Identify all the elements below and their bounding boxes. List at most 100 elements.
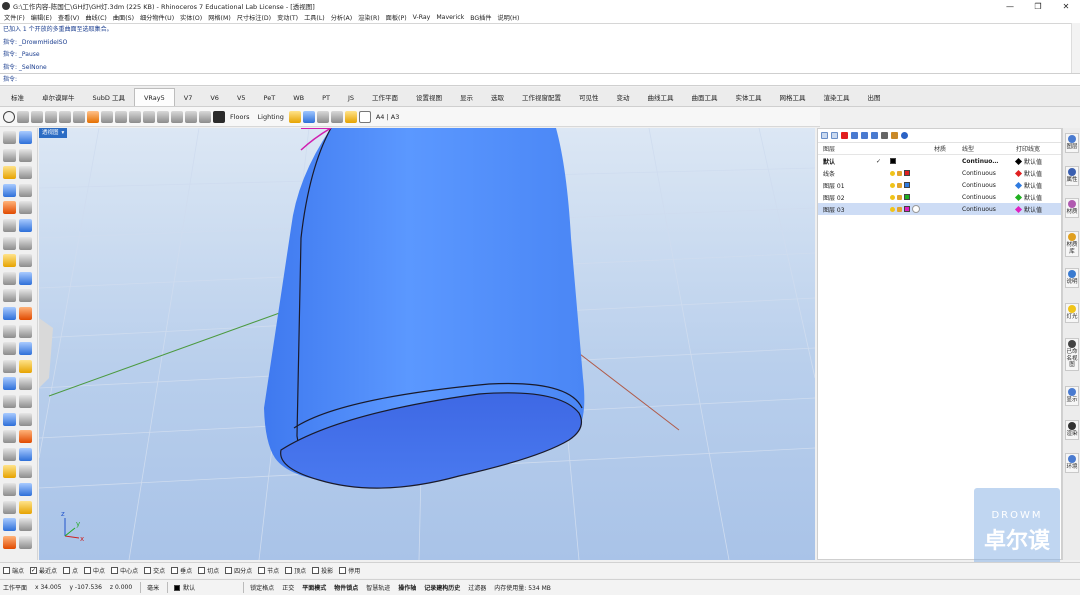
tool-button[interactable] [3,254,16,268]
tool-button[interactable] [3,447,16,461]
osnap-5[interactable]: 交点 [144,566,165,575]
layer-color-swatch[interactable] [904,182,910,188]
lamp-icon[interactable] [344,110,357,123]
tool-button[interactable] [19,395,32,408]
osnap-checkbox[interactable] [339,567,347,574]
layer-row[interactable]: 线条 Continuous 默认值 [818,167,1061,179]
osnap-checkbox[interactable] [312,567,320,574]
tool-button[interactable] [3,377,16,391]
tab-item[interactable]: 可见性 [570,90,608,106]
tool-button[interactable] [3,395,16,408]
fur-icon[interactable] [171,110,183,123]
tool-button[interactable] [19,465,32,479]
light-ies-icon[interactable] [143,110,155,123]
tool-button[interactable] [3,236,16,250]
studio-icon[interactable] [330,110,343,123]
layer-linetype[interactable]: Continuo… [962,158,1016,165]
layer-print[interactable]: 默认值 [1014,205,1056,214]
panel-tab-9[interactable]: 环境 [1065,453,1079,473]
status-toggle[interactable]: 物件锁点 [334,583,358,592]
tool-button[interactable] [19,219,32,232]
osnap-7[interactable]: 切点 [198,566,219,575]
paper-size-button[interactable]: A4 | A3 [373,113,403,121]
tool-button[interactable] [19,377,32,391]
osnap-checkbox[interactable]: ✓ [30,567,38,574]
tool-button[interactable] [19,447,32,461]
interactive-render-icon[interactable] [31,110,43,123]
tool-button[interactable] [3,219,16,232]
tab-item[interactable]: 显示 [451,90,482,106]
layer-color-swatch[interactable] [904,194,910,200]
osnap-2[interactable]: 点 [63,566,78,575]
camera-icon[interactable] [73,110,85,123]
tool-button[interactable] [3,166,16,180]
tool-button[interactable] [19,131,32,144]
menu-item[interactable]: 查看(V) [58,13,79,22]
panel-tab-0[interactable]: 图层 [1065,133,1079,153]
tab-item[interactable]: 实体工具 [727,90,771,106]
layer-linetype[interactable]: Continuous [962,206,1016,213]
tool-button[interactable] [19,166,32,180]
tool-button[interactable] [19,201,32,215]
material-icon[interactable] [87,110,99,123]
tab-item[interactable]: V7 [175,90,202,106]
tool-button[interactable] [19,483,32,496]
infinite-plane-icon[interactable] [213,110,225,123]
new-sublayer-icon[interactable] [831,132,838,139]
menu-item[interactable]: 面板(P) [386,13,407,22]
tab-item[interactable]: JS [339,90,363,106]
menu-item[interactable]: 渲染(R) [358,13,380,22]
panel-tab-8[interactable]: 渲染 [1065,420,1079,440]
panel-tab-5[interactable]: 灯光 [1065,303,1079,323]
layer-print[interactable]: 默认值 [1014,193,1056,202]
tool-button[interactable] [3,307,16,320]
tool-button[interactable] [19,412,32,426]
tab-item[interactable]: V6 [201,90,228,106]
lock-icon[interactable] [897,170,902,176]
osnap-4[interactable]: 中心点 [111,566,138,575]
panel-tab-4[interactable]: 说明 [1065,268,1079,288]
status-toggle[interactable]: 正交 [282,583,294,592]
tool-button[interactable] [3,183,16,197]
help-icon[interactable] [901,132,908,139]
tool-button[interactable] [19,289,32,303]
history-scrollbar[interactable] [1071,23,1080,73]
layer-print[interactable]: 默认值 [1014,181,1056,190]
tool-button[interactable] [19,535,32,549]
minimize-button[interactable]: — [996,2,1024,11]
tool-button[interactable] [19,148,32,162]
osnap-checkbox[interactable] [225,567,233,574]
tool-button[interactable] [3,289,16,303]
tab-item[interactable]: VRay5 [133,88,175,106]
layer-row[interactable]: 图层 03 Continuous 默认值 [818,203,1061,215]
status-toggle[interactable]: 记录建构历史 [424,583,460,592]
clipper-icon[interactable] [185,110,197,123]
tool-button[interactable] [19,500,32,514]
tool-button[interactable] [19,183,32,197]
lighting-button[interactable]: Lighting [255,113,287,121]
osnap-8[interactable]: 四分点 [225,566,252,575]
tool-button[interactable] [3,500,16,514]
tool-button[interactable] [3,465,16,479]
menu-item[interactable]: 说明(H) [498,13,520,22]
osnap-checkbox[interactable] [285,567,293,574]
light-sphere-icon[interactable] [115,110,127,123]
tab-item[interactable]: 卓尔谟犀牛 [33,90,84,106]
osnap-9[interactable]: 节点 [258,566,279,575]
menu-item[interactable]: Maverick [436,14,464,21]
layer-print[interactable]: 默认值 [1014,157,1056,166]
layer-name[interactable]: 图层 02 [818,193,876,202]
osnap-checkbox[interactable] [198,567,206,574]
delete-layer-icon[interactable] [841,132,848,139]
menu-item[interactable]: 变动(T) [277,13,298,22]
osnap-checkbox[interactable] [84,567,92,574]
panel-tab-7[interactable]: 显示 [1065,386,1079,406]
tools-icon[interactable] [891,132,898,139]
render-icon[interactable] [17,110,29,123]
menu-item[interactable]: BG插件 [470,13,491,22]
tab-item[interactable]: 变动 [608,90,639,106]
tool-button[interactable] [19,324,32,338]
spot-icon[interactable] [316,110,329,123]
visibility-bulb-icon[interactable] [890,194,895,200]
menu-item[interactable]: 曲面(S) [113,13,134,22]
